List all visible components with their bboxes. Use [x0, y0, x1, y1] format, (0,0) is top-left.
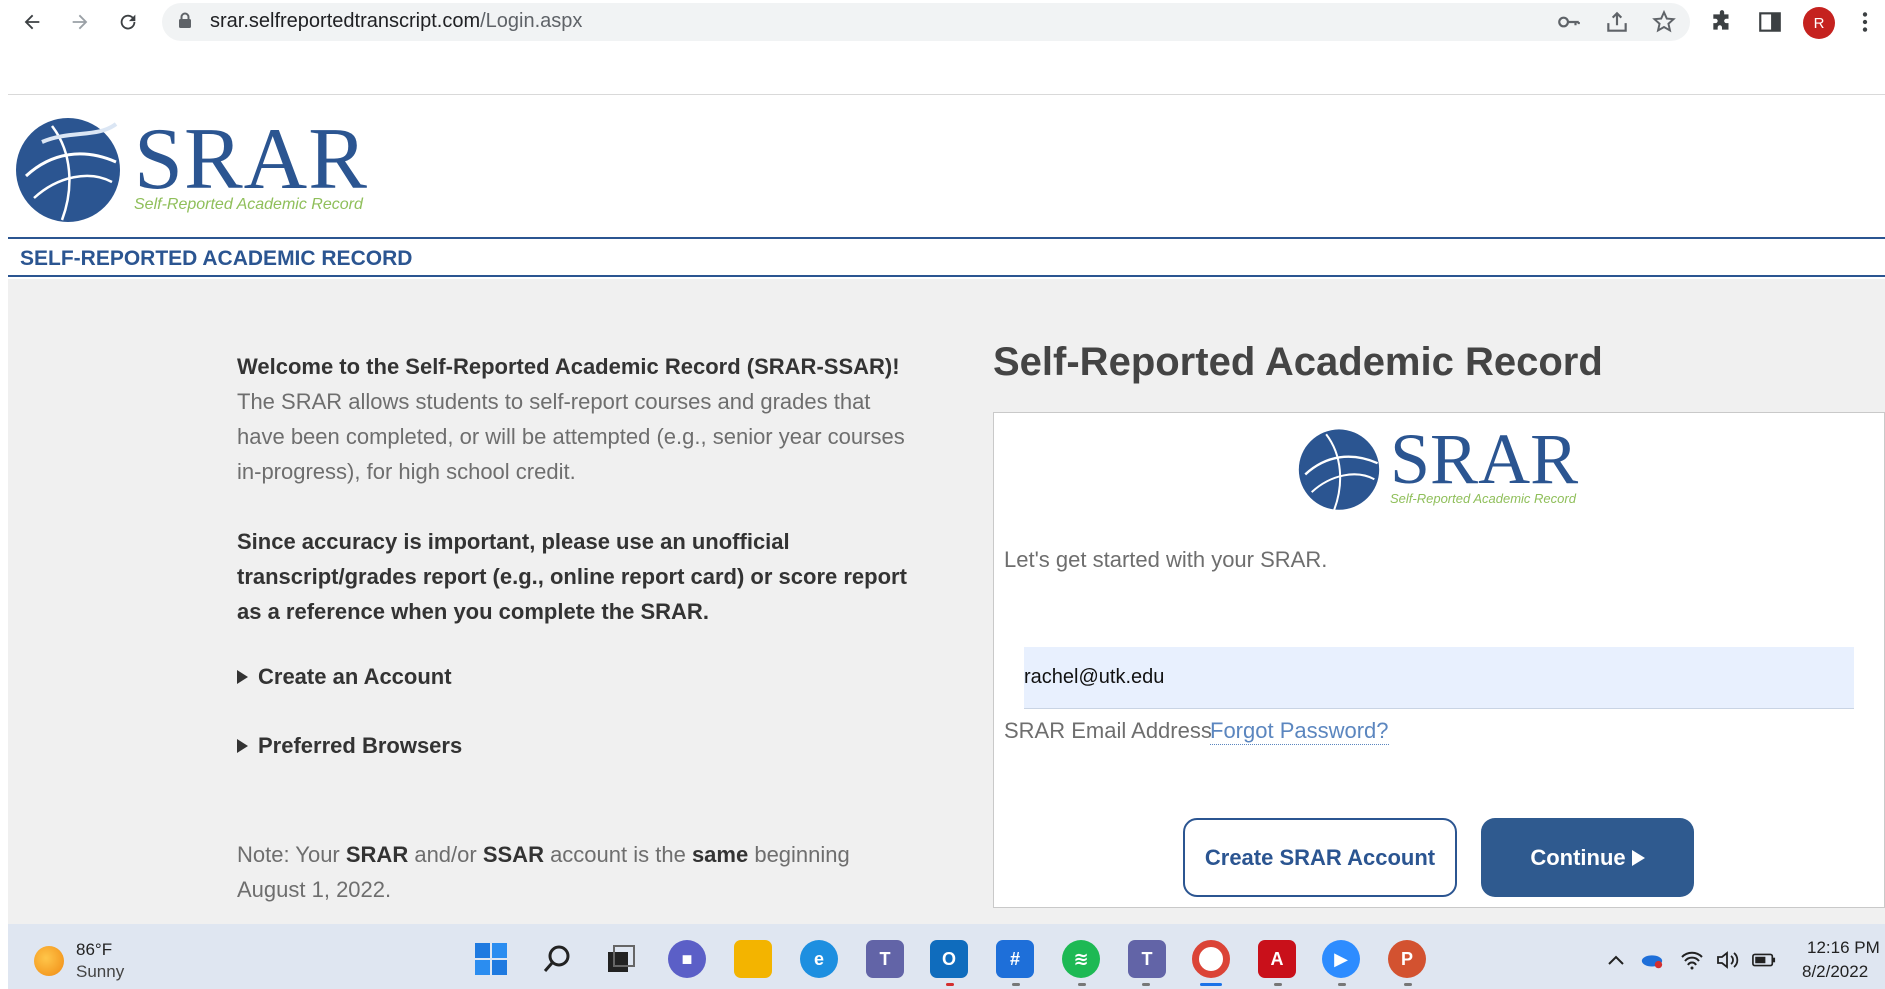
account-note: Note: Your SRAR and/or SSAR account is t…: [237, 837, 907, 907]
task-view-icon[interactable]: [602, 940, 640, 978]
note-prefix: Note: Your: [237, 842, 346, 867]
panel-logo: SRAR Self-Reported Academic Record: [1294, 423, 1594, 518]
note-same: same: [691, 842, 749, 867]
running-indicator: [946, 983, 954, 986]
extensions-puzzle-icon[interactable]: [1709, 9, 1735, 35]
accuracy-notice: Since accuracy is important, please use …: [237, 529, 907, 624]
clock-time[interactable]: 12:16 PM: [1807, 938, 1880, 958]
side-panel-icon[interactable]: [1757, 9, 1783, 35]
teams-icon[interactable]: T: [866, 940, 904, 978]
slack-icon[interactable]: #: [996, 940, 1034, 978]
chat-icon[interactable]: ■: [668, 940, 706, 978]
search-icon[interactable]: [538, 940, 576, 978]
login-panel: SRAR Self-Reported Academic Record Let's…: [993, 412, 1885, 908]
note-ssar: SSAR: [482, 842, 544, 867]
share-icon[interactable]: [1604, 9, 1630, 35]
key-icon[interactable]: [1556, 9, 1582, 35]
acrobat-icon[interactable]: A: [1258, 940, 1296, 978]
login-title: Self-Reported Academic Record: [993, 340, 1603, 384]
welcome-body: The SRAR allows students to self-report …: [237, 389, 905, 484]
url-path: /Login.aspx: [480, 10, 583, 32]
continue-button-label: Continue: [1530, 844, 1626, 870]
bookmark-star-icon[interactable]: [1651, 9, 1677, 35]
file-explorer-icon[interactable]: [734, 940, 772, 978]
sun-weather-icon[interactable]: [34, 946, 64, 976]
note-mid1: and/or: [408, 842, 483, 867]
url-text[interactable]: srar.selfreportedtranscript.com/Login.as…: [210, 10, 582, 33]
preferred-browsers-label: Preferred Browsers: [258, 733, 463, 758]
lock-icon[interactable]: [178, 12, 192, 28]
running-indicator: [1012, 983, 1020, 986]
weather-condition: Sunny: [76, 962, 125, 981]
welcome-section: Welcome to the Self-Reported Academic Re…: [237, 349, 907, 629]
back-icon[interactable]: [16, 6, 48, 38]
title-band: SELF-REPORTED ACADEMIC RECORD: [8, 237, 1885, 277]
chevron-up-icon[interactable]: [1604, 948, 1628, 972]
note-mid2: account is the: [543, 842, 692, 867]
note-srar: SRAR: [345, 842, 409, 867]
globe-logo-icon: [1298, 429, 1380, 511]
running-indicator: [1274, 983, 1282, 986]
profile-avatar[interactable]: R: [1803, 7, 1835, 39]
running-indicator: [1338, 983, 1346, 986]
battery-icon[interactable]: [1752, 948, 1776, 972]
create-account-label: Create an Account: [258, 664, 452, 689]
wifi-icon[interactable]: [1680, 948, 1704, 972]
weather-temperature: 86°F: [76, 940, 113, 959]
running-indicator: [1078, 983, 1086, 986]
chrome-icon[interactable]: [1192, 940, 1230, 978]
forgot-password-link[interactable]: Forgot Password?: [1210, 718, 1389, 745]
panel-logo-tagline: Self-Reported Academic Record: [1390, 491, 1576, 506]
globe-logo-icon: [16, 118, 120, 222]
create-account-button[interactable]: Create SRAR Account: [1183, 818, 1457, 897]
create-button-label: Create SRAR Account: [1204, 844, 1436, 870]
onedrive-icon[interactable]: [1640, 948, 1664, 972]
menu-kebab-icon[interactable]: [1852, 9, 1878, 35]
outlook-icon[interactable]: O: [930, 940, 968, 978]
divider: [8, 94, 1885, 95]
clock-date[interactable]: 8/2/2022: [1802, 962, 1868, 982]
active-indicator: [1200, 983, 1222, 986]
forward-icon[interactable]: [64, 6, 96, 38]
continue-button[interactable]: Continue: [1481, 818, 1694, 897]
disclosure-triangle-icon: [237, 739, 248, 753]
zoom-icon[interactable]: ▶: [1322, 940, 1360, 978]
teams-work-icon[interactable]: T: [1128, 940, 1166, 978]
disclosure-triangle-icon: [237, 670, 248, 684]
spotify-icon[interactable]: ≋: [1062, 940, 1100, 978]
play-arrow-icon: [1631, 849, 1645, 866]
url-host: srar.selfreportedtranscript.com: [210, 10, 481, 32]
volume-icon[interactable]: [1716, 948, 1740, 972]
create-account-toggle[interactable]: Create an Account: [237, 664, 452, 690]
login-intro: Let's get started with your SRAR.: [1004, 547, 1328, 572]
panel-logo-wordmark: SRAR: [1390, 419, 1579, 499]
email-input[interactable]: [1024, 647, 1854, 709]
powerpoint-icon[interactable]: P: [1388, 940, 1426, 978]
logo-wordmark: SRAR: [134, 111, 368, 208]
email-label: SRAR Email Address: [1004, 718, 1212, 743]
running-indicator: [1404, 983, 1412, 986]
edge-browser-icon[interactable]: e: [800, 940, 838, 978]
band-title: SELF-REPORTED ACADEMIC RECORD: [20, 247, 413, 270]
preferred-browsers-toggle[interactable]: Preferred Browsers: [237, 733, 462, 759]
windows-start-icon[interactable]: [472, 940, 510, 978]
running-indicator: [1142, 983, 1150, 986]
logo-tagline: Self-Reported Academic Record: [134, 196, 363, 213]
site-logo[interactable]: SRAR Self-Reported Academic Record: [12, 112, 382, 224]
reload-icon[interactable]: [112, 6, 144, 38]
welcome-title: Welcome to the Self-Reported Academic Re…: [237, 354, 900, 379]
